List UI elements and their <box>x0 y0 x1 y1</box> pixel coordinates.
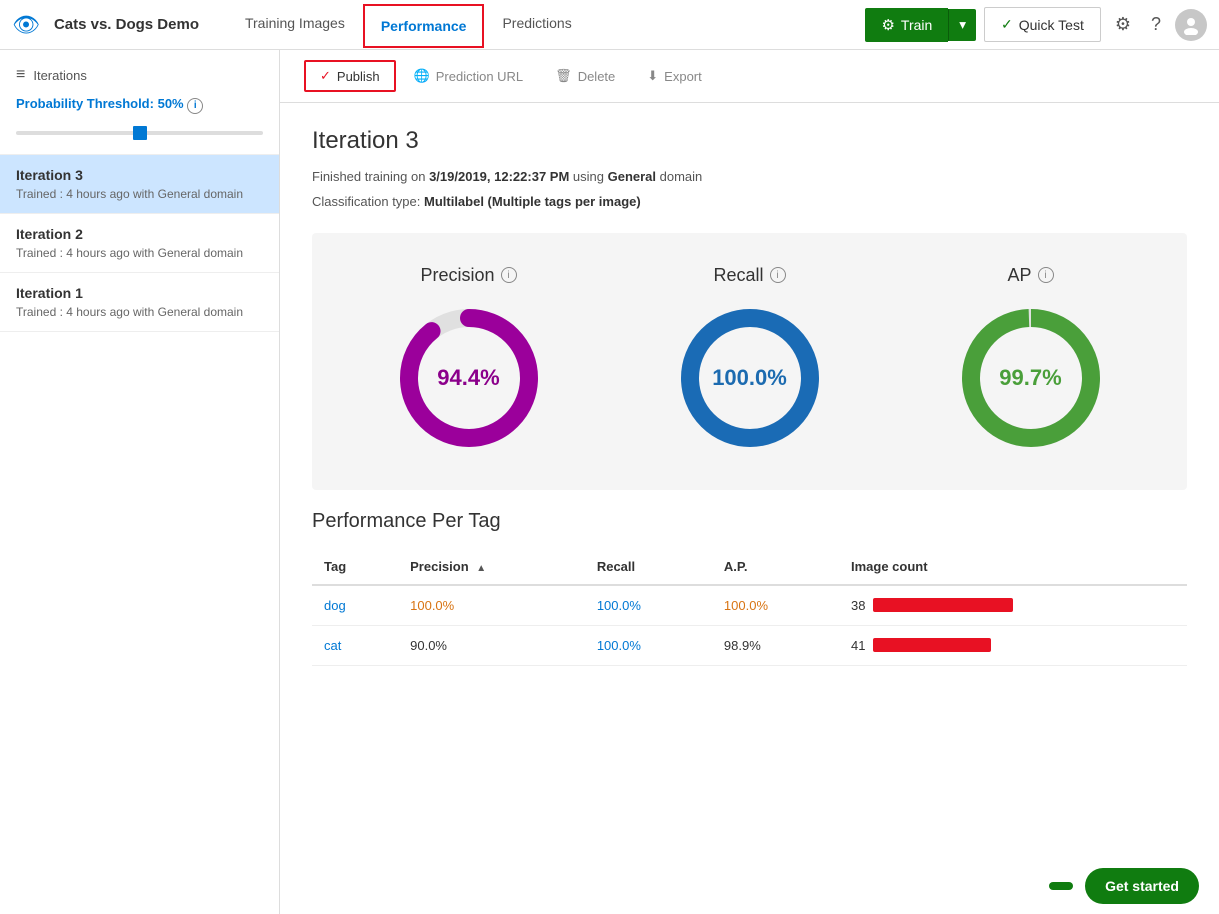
ap-donut: 99.7% <box>951 298 1111 458</box>
export-button[interactable]: ⬇ Export <box>633 62 715 90</box>
quick-test-button[interactable]: ✓ Quick Test <box>984 7 1101 42</box>
app-logo: 👁 <box>12 12 40 38</box>
precision-metric: Precision i 94.4% <box>389 265 549 458</box>
iteration-3-title: Iteration 3 <box>16 167 263 183</box>
col-image-count[interactable]: Image count <box>839 549 1187 585</box>
help-icon[interactable]: ? <box>1145 8 1167 41</box>
app-title: Cats vs. Dogs Demo <box>54 16 199 33</box>
iteration-2-desc: Trained : 4 hours ago with General domai… <box>16 246 263 260</box>
metrics-section: Precision i 94.4% Recall <box>312 233 1187 490</box>
cat-count: 41 <box>839 625 1187 665</box>
dog-count: 38 <box>839 585 1187 626</box>
quick-test-label: Quick Test <box>1019 17 1084 33</box>
iteration-item-1[interactable]: Iteration 1 Trained : 4 hours ago with G… <box>0 273 279 332</box>
precision-donut: 94.4% <box>389 298 549 458</box>
table-header-row: Tag Precision ▲ Recall A.P. Image count <box>312 549 1187 585</box>
ap-label: AP i <box>1007 265 1053 286</box>
cat-ap: 98.9% <box>712 625 839 665</box>
col-tag[interactable]: Tag <box>312 549 398 585</box>
nav-training-images[interactable]: Training Images <box>227 0 363 50</box>
export-icon: ⬇ <box>647 68 658 84</box>
prediction-url-button[interactable]: 🌐 Prediction URL <box>400 62 538 90</box>
performance-content: Iteration 3 Finished training on 3/19/20… <box>280 103 1219 690</box>
iteration-2-title: Iteration 2 <box>16 226 263 242</box>
top-nav: Training Images Performance Predictions <box>227 0 857 50</box>
ap-value: 99.7% <box>999 365 1061 391</box>
gear-icon: ⚙ <box>881 16 894 34</box>
recall-value: 100.0% <box>712 365 787 391</box>
publish-check-icon: ✓ <box>320 68 331 84</box>
train-button[interactable]: ⚙ Train <box>865 8 948 42</box>
publish-button[interactable]: ✓ Publish <box>304 60 396 92</box>
recall-metric: Recall i 100.0% <box>670 265 830 458</box>
settings-icon[interactable]: ⚙ <box>1109 8 1137 41</box>
probability-section: Probability Threshold: 50% i <box>0 96 279 155</box>
recall-donut: 100.0% <box>670 298 830 458</box>
header-actions: ⚙ Train ▾ ✓ Quick Test ⚙ ? <box>865 7 1207 42</box>
table-row-dog: dog 100.0% 100.0% 100.0% 38 <box>312 585 1187 626</box>
ap-metric: AP i 99.7% <box>951 265 1111 458</box>
footer-bar: Get started <box>280 858 1219 914</box>
globe-icon: 🌐 <box>414 68 430 84</box>
iteration-meta-classification: Classification type: Multilabel (Multipl… <box>312 192 1187 213</box>
trash-icon: 🗑 <box>555 68 572 84</box>
delete-button[interactable]: 🗑 Delete <box>541 62 629 90</box>
table-row-cat: cat 90.0% 100.0% 98.9% 41 <box>312 625 1187 665</box>
sidebar: ≡ Iterations Probability Threshold: 50% … <box>0 50 280 914</box>
nav-performance[interactable]: Performance <box>363 4 485 48</box>
toolbar: ✓ Publish 🌐 Prediction URL 🗑 Delete ⬇ Ex… <box>280 50 1219 103</box>
iteration-1-title: Iteration 1 <box>16 285 263 301</box>
probability-label: Probability Threshold: 50% i <box>16 96 263 114</box>
iterations-section-title: ≡ Iterations <box>0 66 279 96</box>
probability-slider[interactable] <box>16 131 263 135</box>
nav-predictions[interactable]: Predictions <box>484 0 589 50</box>
get-started-button[interactable]: Get started <box>1085 868 1199 904</box>
cat-recall: 100.0% <box>585 625 712 665</box>
recall-label: Recall i <box>713 265 785 286</box>
delete-label: Delete <box>578 69 616 84</box>
iteration-meta-training: Finished training on 3/19/2019, 12:22:37… <box>312 167 1187 188</box>
export-label: Export <box>664 69 702 84</box>
ap-info-icon[interactable]: i <box>1038 267 1054 283</box>
perf-per-tag-section: Performance Per Tag Tag Precision ▲ Reca… <box>312 510 1187 666</box>
dog-recall: 100.0% <box>585 585 712 626</box>
precision-value: 94.4% <box>437 365 499 391</box>
main-content: ✓ Publish 🌐 Prediction URL 🗑 Delete ⬇ Ex… <box>280 50 1219 914</box>
probability-info-icon[interactable]: i <box>187 98 203 114</box>
precision-info-icon[interactable]: i <box>501 267 517 283</box>
recall-info-icon[interactable]: i <box>770 267 786 283</box>
iteration-3-desc: Trained : 4 hours ago with General domai… <box>16 187 263 201</box>
user-avatar[interactable] <box>1175 9 1207 41</box>
perf-table: Tag Precision ▲ Recall A.P. Image count … <box>312 549 1187 666</box>
iteration-item-2[interactable]: Iteration 2 Trained : 4 hours ago with G… <box>0 214 279 273</box>
train-dropdown-button[interactable]: ▾ <box>948 9 976 41</box>
probability-value: 50% <box>158 96 184 111</box>
main-layout: ≡ Iterations Probability Threshold: 50% … <box>0 50 1219 914</box>
col-recall[interactable]: Recall <box>585 549 712 585</box>
iterations-icon: ≡ <box>16 66 25 84</box>
dog-ap: 100.0% <box>712 585 839 626</box>
col-ap[interactable]: A.P. <box>712 549 839 585</box>
prediction-url-label: Prediction URL <box>436 69 523 84</box>
col-precision[interactable]: Precision ▲ <box>398 549 585 585</box>
legend-item <box>1049 882 1073 890</box>
check-icon: ✓ <box>1001 16 1013 33</box>
tag-dog-link[interactable]: dog <box>324 598 346 613</box>
sort-asc-icon: ▲ <box>476 563 486 574</box>
iteration-title: Iteration 3 <box>312 127 1187 155</box>
dog-precision: 100.0% <box>398 585 585 626</box>
legend-color-dot <box>1049 882 1073 890</box>
cat-bar <box>873 638 991 652</box>
perf-per-tag-title: Performance Per Tag <box>312 510 1187 533</box>
precision-label: Precision i <box>420 265 516 286</box>
header: 👁 Cats vs. Dogs Demo Training Images Per… <box>0 0 1219 50</box>
iteration-item-3[interactable]: Iteration 3 Trained : 4 hours ago with G… <box>0 155 279 214</box>
iterations-label: Iterations <box>33 68 86 83</box>
cat-precision: 90.0% <box>398 625 585 665</box>
tag-cat-link[interactable]: cat <box>324 638 341 653</box>
train-label: Train <box>901 17 932 33</box>
publish-label: Publish <box>337 69 380 84</box>
dog-bar <box>873 598 1013 612</box>
iteration-1-desc: Trained : 4 hours ago with General domai… <box>16 305 263 319</box>
